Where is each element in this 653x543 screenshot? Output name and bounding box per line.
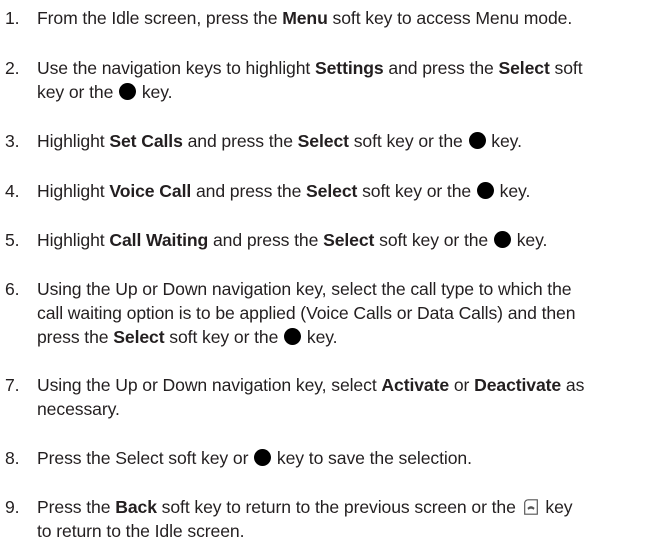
step-text: Highlight Voice Call and press the Selec… <box>37 181 531 201</box>
step-text: Highlight Set Calls and press the Select… <box>37 131 522 151</box>
step-number: 9. <box>5 497 20 517</box>
ok-key-icon <box>284 328 302 345</box>
ok-key-icon <box>254 449 272 466</box>
step-number: 1. <box>5 8 20 28</box>
step-text: Press the Select soft key or key to save… <box>37 448 472 468</box>
step-text: From the Idle screen, press the Menu sof… <box>37 8 573 28</box>
step-text: Using the Up or Down navigation key, sel… <box>37 375 585 419</box>
step-number: 3. <box>5 131 20 151</box>
step-text: Press the Back soft key to return to the… <box>37 497 573 541</box>
step-number: 4. <box>5 181 20 201</box>
step-text: Using the Up or Down navigation key, sel… <box>37 279 576 347</box>
step-text: Use the navigation keys to highlight Set… <box>37 58 583 102</box>
step-number: 2. <box>5 58 20 78</box>
ok-key-icon <box>476 182 494 199</box>
ok-key-icon <box>468 132 486 149</box>
step-number: 7. <box>5 375 20 395</box>
end-call-key-icon <box>523 499 538 515</box>
step-number: 5. <box>5 230 20 250</box>
step-number: 6. <box>5 279 20 299</box>
ok-key-icon <box>493 231 511 248</box>
ok-key-icon <box>119 83 137 100</box>
step-text: Highlight Call Waiting and press the Sel… <box>37 230 548 250</box>
step-number: 8. <box>5 448 20 468</box>
